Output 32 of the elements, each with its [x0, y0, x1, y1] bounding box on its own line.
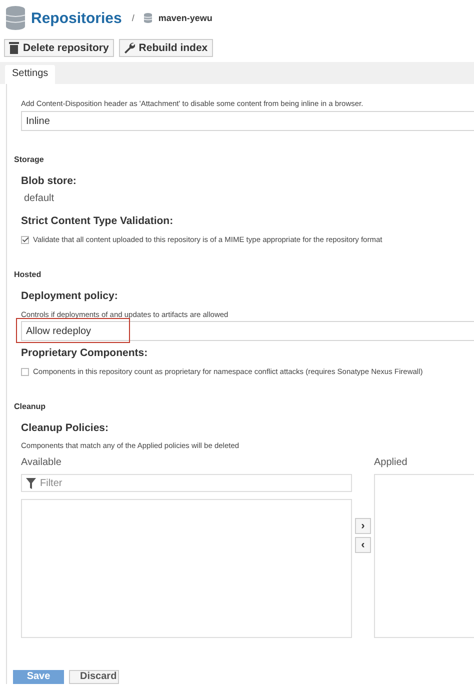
field-value: default [24, 193, 56, 204]
list-label: Applied [374, 457, 408, 468]
delete-button[interactable]: Delete repository [4, 39, 114, 57]
filter-icon [26, 478, 36, 489]
field-label: Strict Content Type Validation: [21, 215, 174, 227]
section-heading: Hosted [14, 270, 42, 279]
move-left-button[interactable]: ‹ [355, 537, 371, 553]
trash-icon [9, 42, 19, 54]
content-disposition-field[interactable]: Inline [21, 111, 474, 131]
applied-list[interactable] [374, 474, 474, 638]
checkbox[interactable] [21, 236, 29, 244]
field-label: Proprietary Components: [21, 347, 149, 359]
field-label: Cleanup Policies: [21, 422, 110, 434]
field-label: Deployment policy: [21, 290, 119, 302]
available-list[interactable] [21, 499, 352, 638]
page-title[interactable]: Repositories [31, 10, 122, 26]
checkbox[interactable] [21, 368, 29, 376]
discard-button[interactable]: Discard [69, 670, 119, 684]
field-label: Blob store: [21, 175, 78, 187]
database-icon [144, 13, 152, 23]
filter-field[interactable]: Filter [21, 474, 352, 492]
wrench-icon [124, 42, 135, 54]
deployment-policy-field[interactable]: Allow redeploy [21, 321, 474, 341]
list-label: Available [21, 457, 62, 468]
settings-tab[interactable]: Settings [5, 65, 56, 84]
rebuild-button[interactable]: Rebuild index [118, 39, 213, 57]
section-heading: Storage [14, 155, 45, 164]
database-icon [6, 6, 25, 30]
breadcrumb-separator: / [132, 13, 134, 23]
repository-name: maven-yewu [158, 13, 212, 23]
move-right-button[interactable]: › [355, 518, 371, 534]
section-heading: Cleanup [14, 402, 47, 411]
